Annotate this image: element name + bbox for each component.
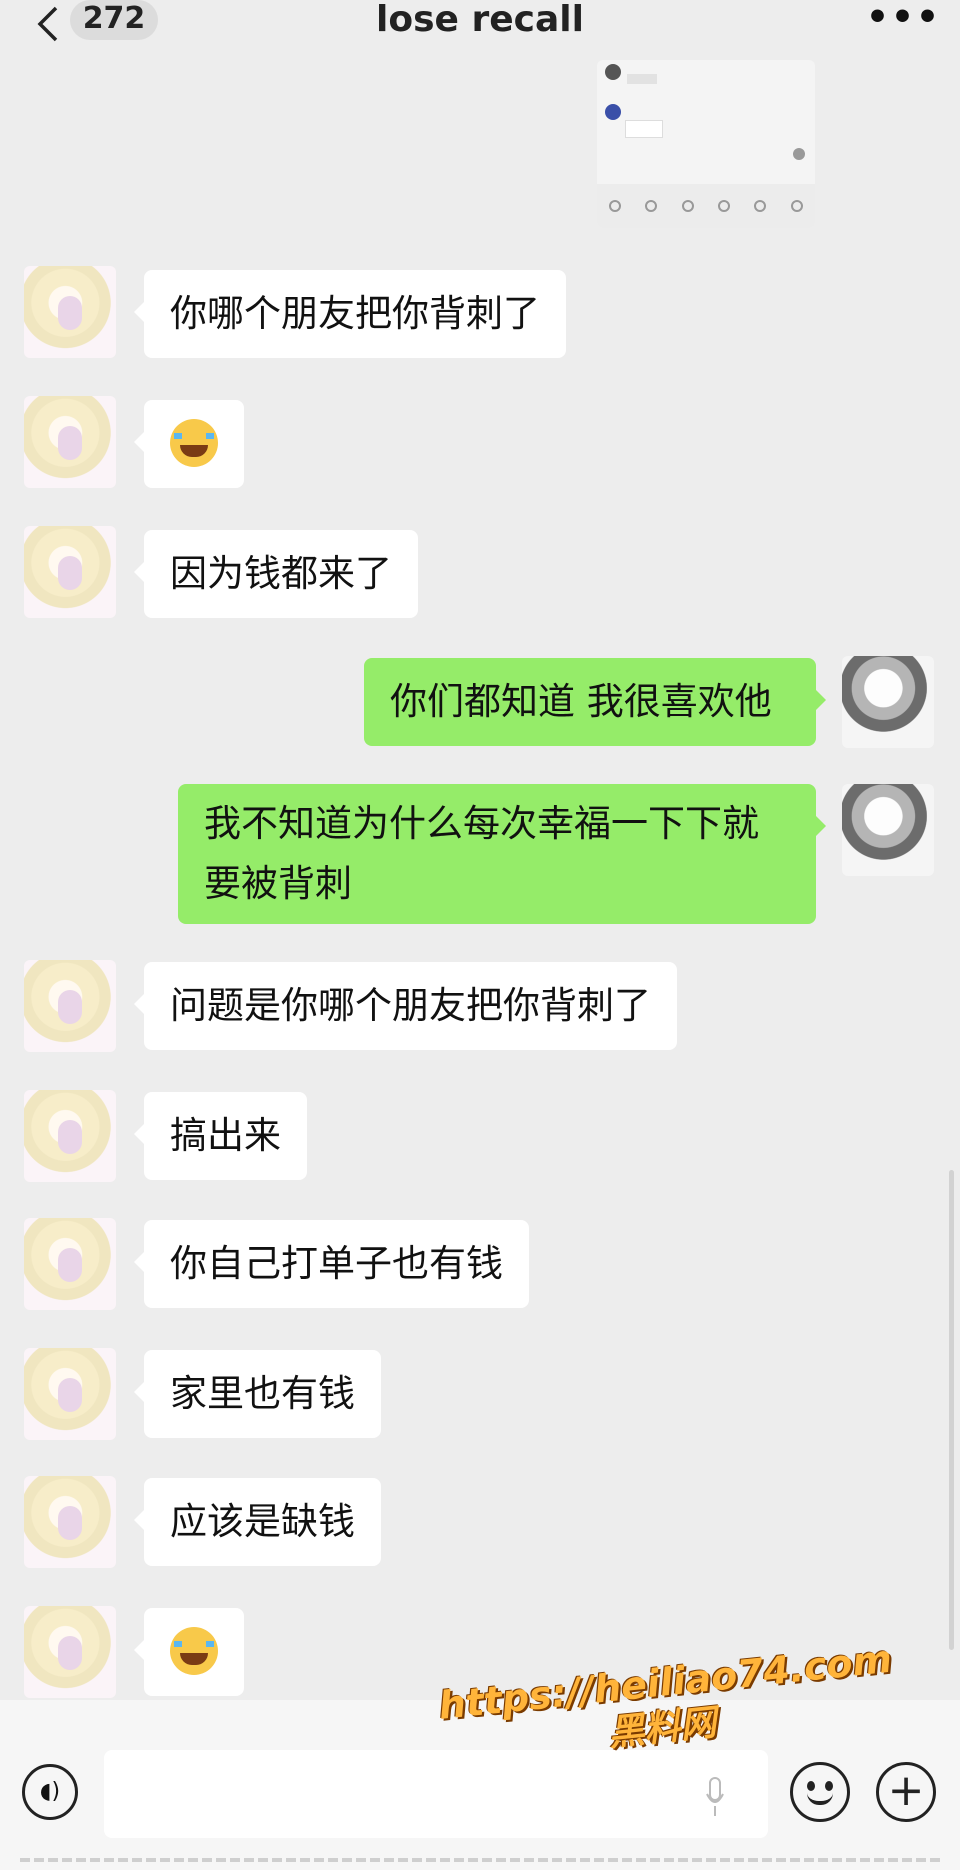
contact-avatar[interactable] xyxy=(24,1476,116,1568)
message-input[interactable] xyxy=(104,1750,768,1838)
received-message-bubble[interactable]: 应该是缺钱 xyxy=(134,1478,381,1566)
message-line: 要被背刺 xyxy=(204,862,352,905)
received-message-bubble[interactable]: 搞出来 xyxy=(134,1092,307,1180)
more-options-icon[interactable]: ••• xyxy=(866,0,939,38)
contact-avatar[interactable] xyxy=(24,1090,116,1182)
emoji-picker-icon[interactable] xyxy=(790,1762,850,1822)
received-emoji-bubble[interactable] xyxy=(134,1608,244,1696)
received-message-bubble[interactable]: 家里也有钱 xyxy=(134,1350,381,1438)
contact-avatar[interactable] xyxy=(24,1218,116,1310)
received-message-bubble[interactable]: 因为钱都来了 xyxy=(134,530,418,618)
laughing-crying-emoji-icon xyxy=(170,418,218,467)
voice-input-icon[interactable]: ◖) xyxy=(22,1764,78,1820)
chat-header: 272 lose recall ••• xyxy=(0,0,960,52)
laughing-crying-emoji-icon xyxy=(170,1626,218,1675)
contact-avatar[interactable] xyxy=(24,1348,116,1440)
received-emoji-bubble[interactable] xyxy=(134,400,244,488)
contact-avatar[interactable] xyxy=(24,266,116,358)
microphone-icon[interactable] xyxy=(705,1776,725,1820)
my-avatar[interactable] xyxy=(842,784,934,876)
sent-message-bubble[interactable]: 你们都知道 我很喜欢他 xyxy=(364,658,826,746)
received-message-bubble[interactable]: 你自己打单子也有钱 xyxy=(134,1220,529,1308)
contact-avatar[interactable] xyxy=(24,960,116,1052)
received-message-bubble[interactable]: 问题是你哪个朋友把你背刺了 xyxy=(134,962,677,1050)
my-avatar[interactable] xyxy=(842,656,934,748)
contact-avatar[interactable] xyxy=(24,1606,116,1698)
contact-avatar[interactable] xyxy=(24,526,116,618)
contact-avatar[interactable] xyxy=(24,396,116,488)
received-message-bubble[interactable]: 你哪个朋友把你背刺了 xyxy=(134,270,566,358)
screenshot-image-message[interactable] xyxy=(597,60,815,228)
chat-title: lose recall xyxy=(376,0,584,40)
more-actions-plus-icon[interactable]: + xyxy=(876,1762,936,1822)
message-line: 我不知道为什么每次幸福一下下就 xyxy=(204,802,759,845)
scrollbar[interactable] xyxy=(949,1170,954,1650)
sent-message-bubble[interactable]: 我不知道为什么每次幸福一下下就 要被背刺 xyxy=(178,784,826,924)
bottom-divider xyxy=(20,1858,940,1862)
